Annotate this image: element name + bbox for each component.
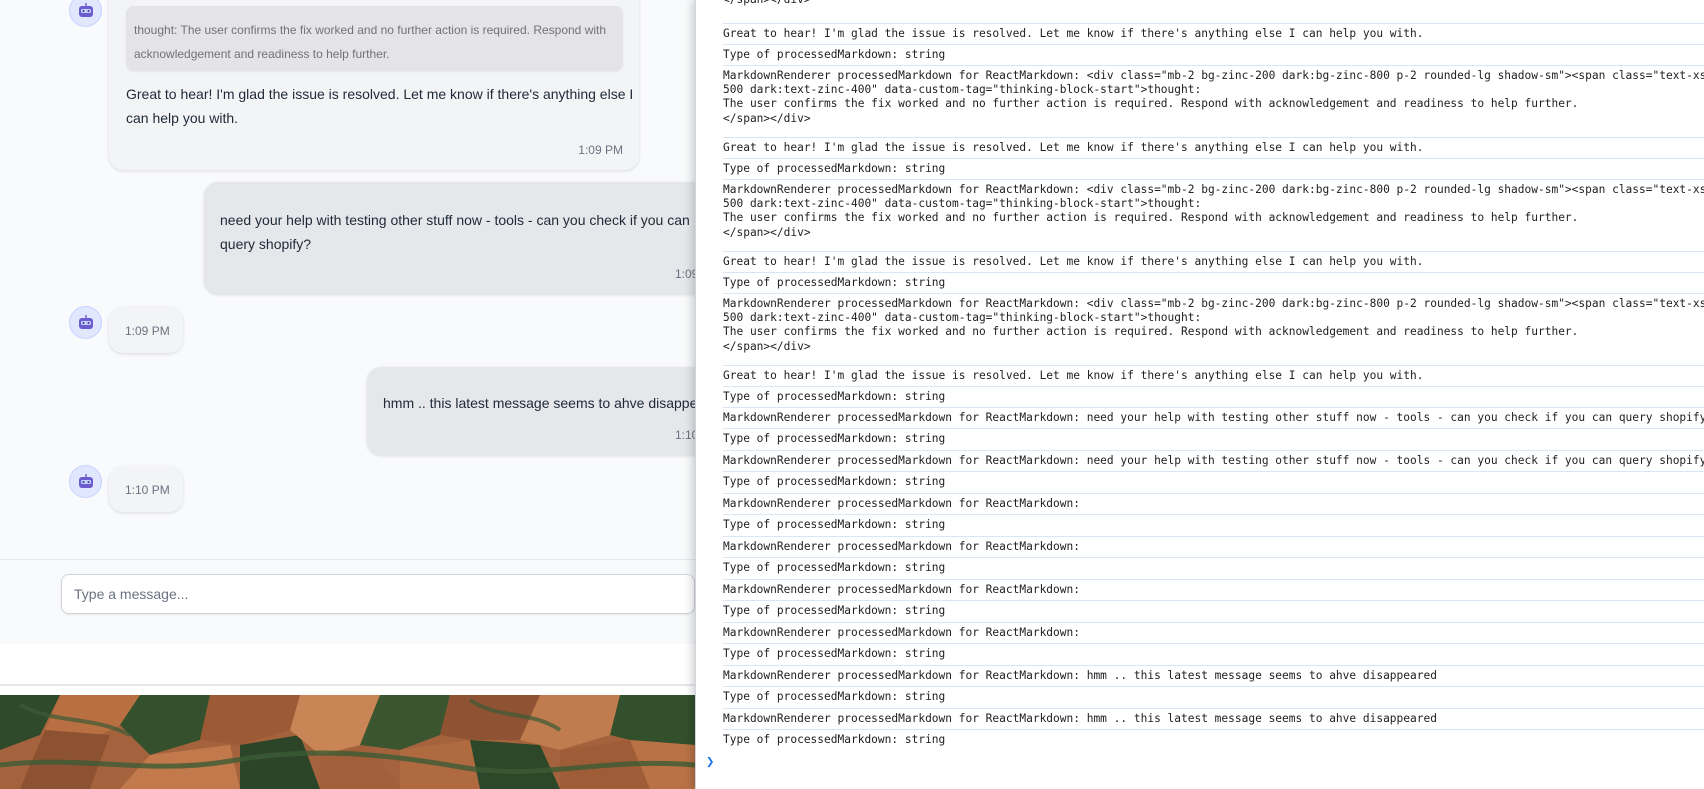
bot-message: thought: The user confirms the fix worke…: [109, 0, 639, 170]
console-row-divider: [723, 137, 1704, 138]
console-message: MarkdownRenderer processedMarkdown for R…: [723, 712, 1437, 725]
console-row-divider: [723, 365, 1704, 366]
bot-message-empty: 1:09 PM: [109, 307, 183, 353]
console-row-divider: [723, 665, 1704, 666]
console-message: MarkdownRenderer processedMarkdown for R…: [723, 626, 1080, 639]
console-row-divider: [723, 493, 1704, 494]
console-message: Type of processedMarkdown: string: [723, 390, 946, 403]
console-message: MarkdownRenderer processedMarkdown for R…: [723, 669, 1437, 682]
console-message: MarkdownRenderer processedMarkdown for R…: [723, 183, 1704, 239]
user-message: need your help with testing other stuff …: [204, 182, 695, 294]
console-row-divider: [723, 407, 1704, 408]
console-message: Type of processedMarkdown: string: [723, 475, 946, 488]
console-message: Type of processedMarkdown: string: [723, 432, 946, 445]
user-message-text: need your help with testing other stuff …: [220, 212, 690, 252]
message-timestamp: 1:10 PM: [675, 428, 695, 442]
message-timestamp: 1:09 PM: [675, 267, 695, 281]
message-timestamp: 1:09 PM: [125, 324, 170, 338]
pane-divider: [0, 684, 695, 686]
user-message-text: hmm .. this latest message seems to ahve…: [383, 395, 695, 411]
robot-icon: [78, 473, 93, 488]
aerial-farmland-image: [0, 695, 695, 789]
devtools-console[interactable]: </span></div> Great to hear! I'm glad the…: [695, 0, 1704, 789]
console-message: Great to hear! I'm glad the issue is res…: [723, 141, 1424, 154]
robot-icon: [78, 314, 93, 329]
console-message: MarkdownRenderer processedMarkdown for R…: [723, 454, 1704, 467]
desktop-wallpaper: [0, 695, 695, 789]
console-row-divider: [723, 622, 1704, 623]
console-message: Type of processedMarkdown: string: [723, 733, 946, 746]
console-row-divider: [723, 643, 1704, 644]
console-row-divider: [723, 65, 1704, 66]
console-row-divider: [723, 708, 1704, 709]
console-row-divider: [723, 251, 1704, 252]
console-message: Type of processedMarkdown: string: [723, 48, 946, 61]
console-row-divider: [723, 729, 1704, 730]
console-row-divider: [723, 514, 1704, 515]
message-input[interactable]: [61, 574, 695, 614]
bot-avatar: [69, 465, 102, 498]
console-row-divider: [723, 179, 1704, 180]
bot-avatar: [69, 0, 102, 27]
console-message: Type of processedMarkdown: string: [723, 276, 946, 289]
chevron-right-icon[interactable]: ❯: [706, 754, 714, 770]
console-row-divider: [723, 686, 1704, 687]
console-message: </span></div>: [723, 0, 1704, 7]
console-message: Type of processedMarkdown: string: [723, 518, 946, 531]
console-message: Type of processedMarkdown: string: [723, 561, 946, 574]
console-row-divider: [723, 386, 1704, 387]
console-message: Type of processedMarkdown: string: [723, 604, 946, 617]
chat-messages[interactable]: thought: The user confirms the fix worke…: [0, 0, 695, 559]
console-message: MarkdownRenderer processedMarkdown for R…: [723, 411, 1704, 424]
bot-avatar: [69, 306, 102, 339]
console-message: MarkdownRenderer processedMarkdown for R…: [723, 297, 1704, 353]
console-row-divider: [723, 293, 1704, 294]
console-row-divider: [723, 600, 1704, 601]
console-message: Great to hear! I'm glad the issue is res…: [723, 255, 1424, 268]
console-row-divider: [723, 44, 1704, 45]
console-message: Great to hear! I'm glad the issue is res…: [723, 369, 1424, 382]
console-row-divider: [723, 579, 1704, 580]
thinking-block: thought: The user confirms the fix worke…: [126, 6, 623, 71]
user-message: hmm .. this latest message seems to ahve…: [367, 367, 695, 455]
message-timestamp: 1:10 PM: [125, 483, 170, 497]
console-message: MarkdownRenderer processedMarkdown for R…: [723, 583, 1080, 596]
console-message: Type of processedMarkdown: string: [723, 647, 946, 660]
console-row-divider: [723, 536, 1704, 537]
console-message: Type of processedMarkdown: string: [723, 690, 946, 703]
message-composer: [0, 559, 695, 644]
console-row-divider: [723, 158, 1704, 159]
console-row-divider: [723, 471, 1704, 472]
console-message: MarkdownRenderer processedMarkdown for R…: [723, 540, 1080, 553]
console-row-divider: [723, 557, 1704, 558]
bot-message-empty: 1:10 PM: [109, 466, 183, 512]
bot-message-text: Great to hear! I'm glad the issue is res…: [126, 86, 634, 126]
console-row-divider: [723, 450, 1704, 451]
console-message: Type of processedMarkdown: string: [723, 162, 946, 175]
message-timestamp: 1:09 PM: [578, 143, 623, 157]
robot-icon: [78, 2, 93, 17]
console-message: MarkdownRenderer processedMarkdown for R…: [723, 497, 1080, 510]
console-message: MarkdownRenderer processedMarkdown for R…: [723, 69, 1704, 125]
chat-pane: thought: The user confirms the fix worke…: [0, 0, 695, 789]
console-row-divider: [723, 272, 1704, 273]
console-row-divider: [723, 23, 1704, 24]
console-row-divider: [723, 428, 1704, 429]
console-message: Great to hear! I'm glad the issue is res…: [723, 27, 1424, 40]
